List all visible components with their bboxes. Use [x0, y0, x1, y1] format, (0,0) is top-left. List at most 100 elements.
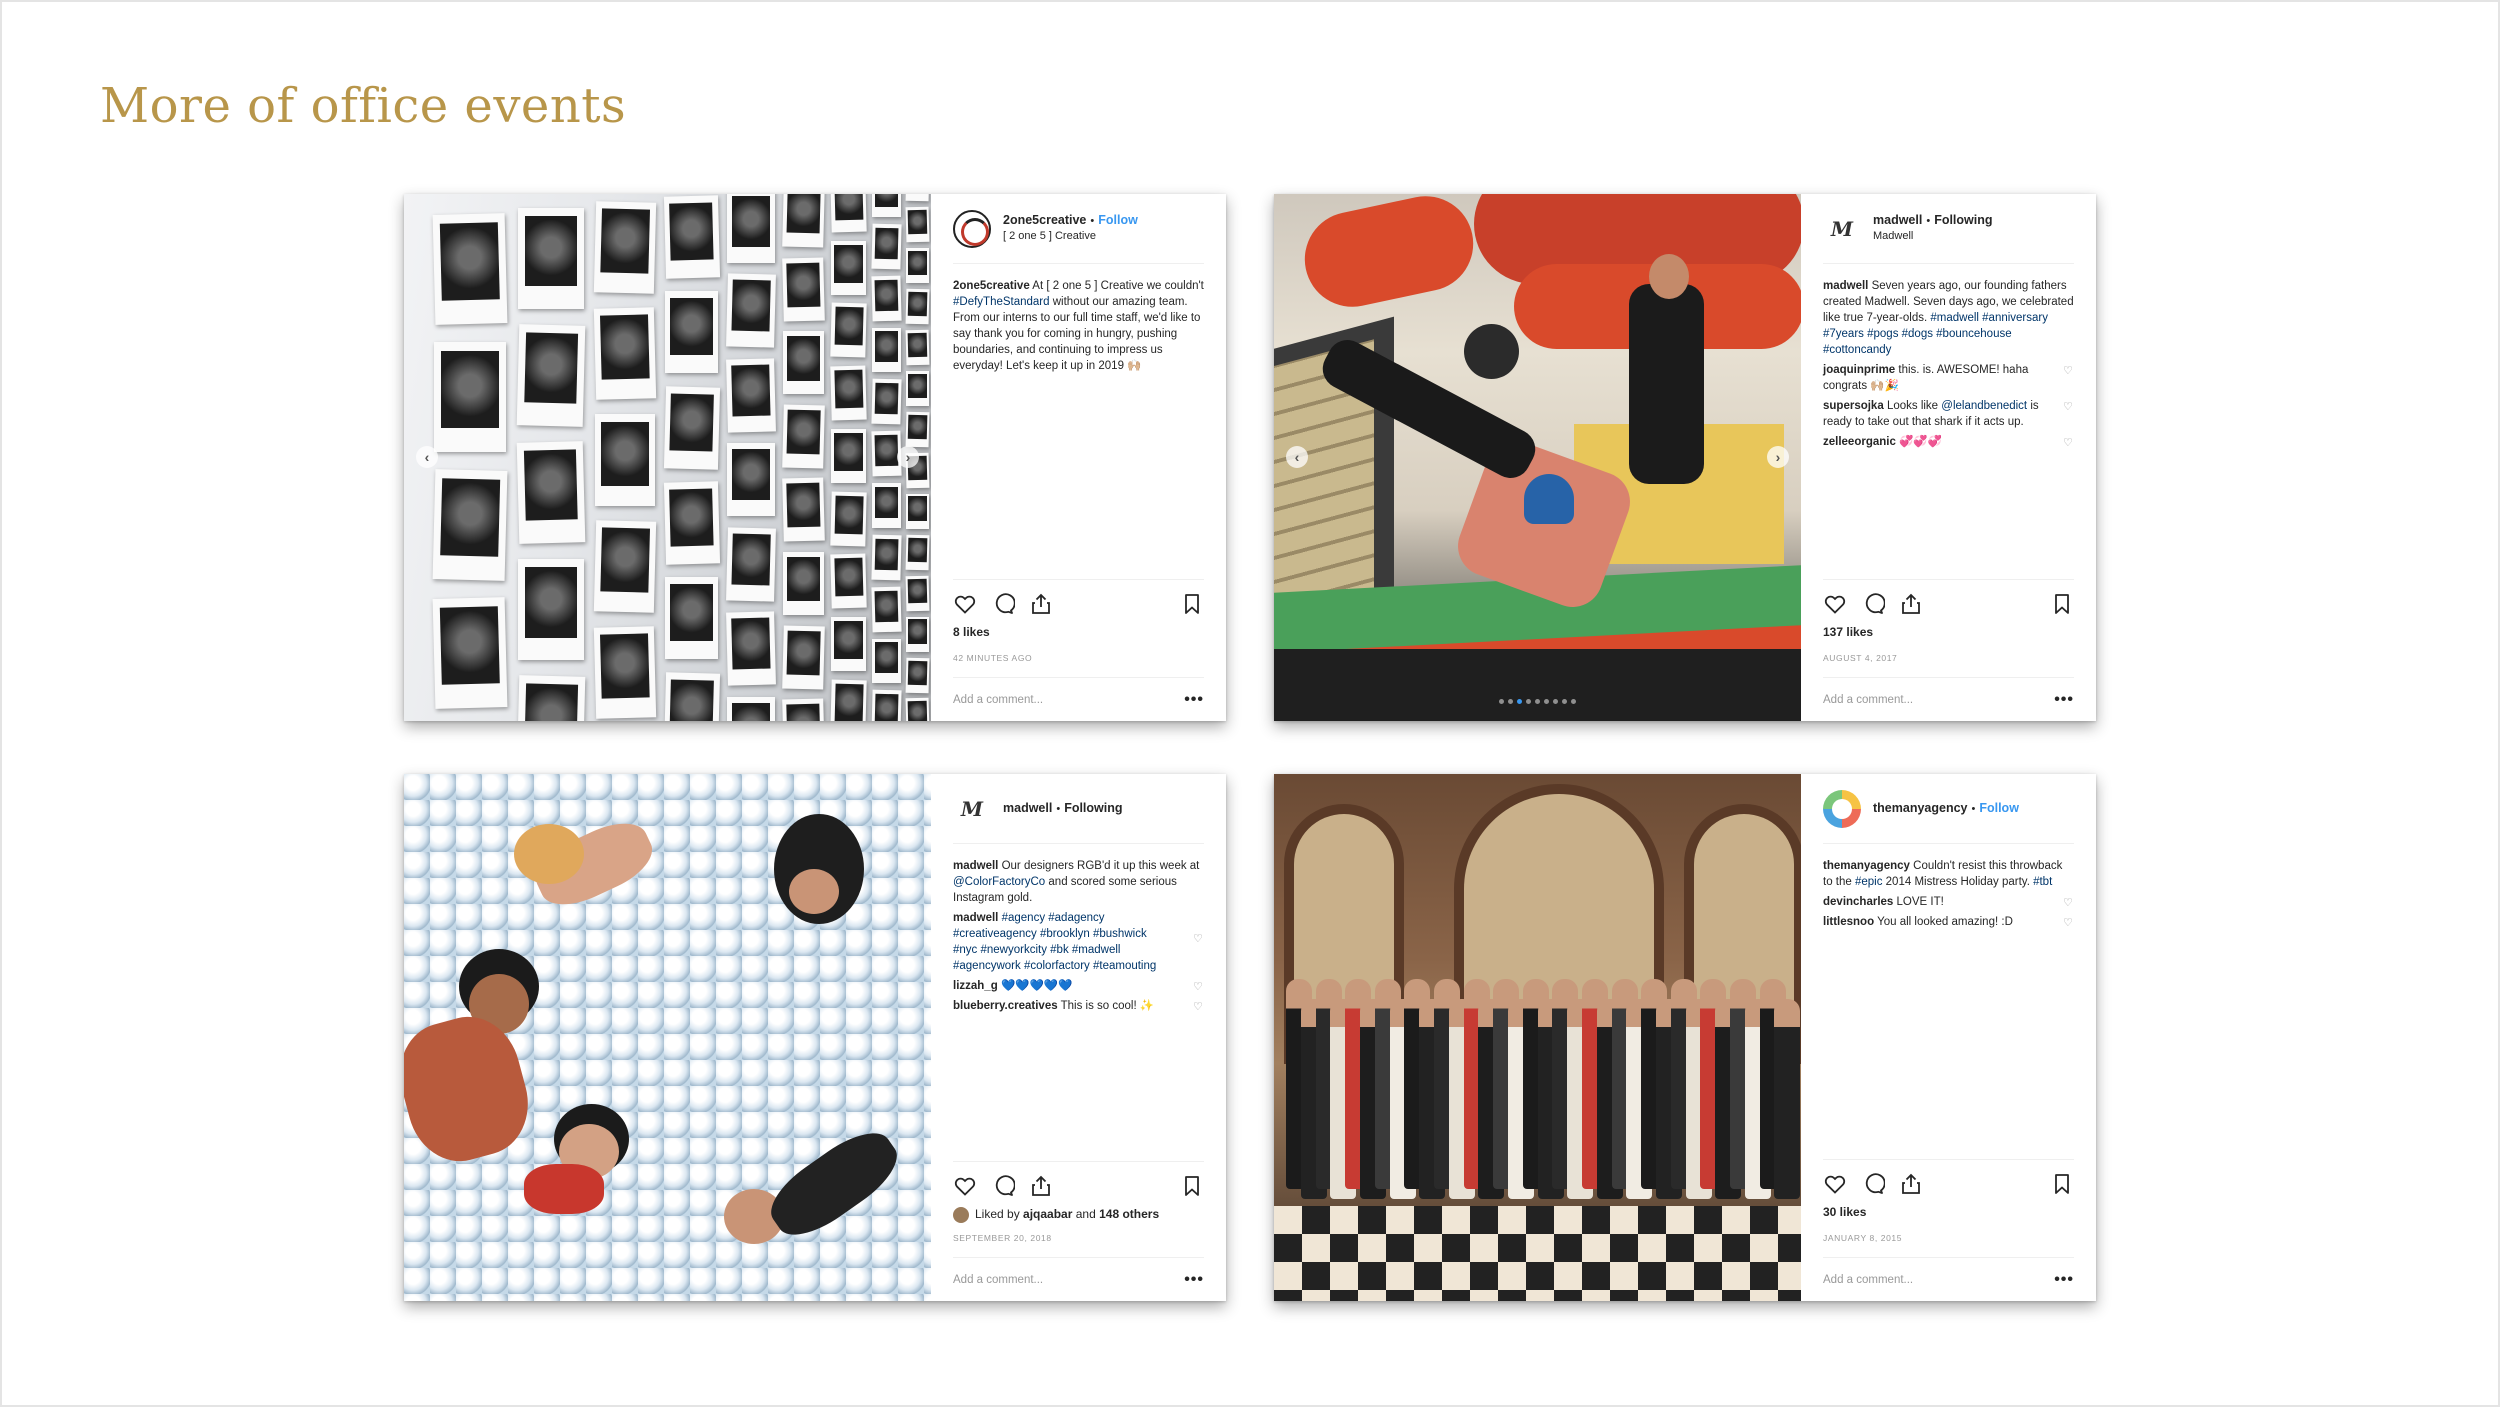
follow-button[interactable]: Follow [1098, 213, 1138, 227]
likes-count[interactable]: 137 likes [1823, 625, 2074, 639]
heart-icon[interactable] [1823, 592, 1847, 616]
heart-icon[interactable] [953, 592, 977, 616]
bookmark-icon[interactable] [2050, 592, 2074, 616]
comment-item: joaquinprime this. is. AWESOME! haha con… [1823, 362, 2074, 394]
comment-like-icon[interactable]: ♡ [1193, 1002, 1204, 1013]
following-button[interactable]: Following [1934, 213, 1992, 227]
bookmark-icon[interactable] [1180, 592, 1204, 616]
caption-username[interactable]: themanyagency [1823, 860, 1910, 872]
heart-icon[interactable] [953, 1174, 977, 1198]
comment-text: 💞💞💞 [1899, 436, 1943, 448]
polaroid-print [830, 302, 867, 358]
comment-item: zelleeorganic 💞💞💞 ♡ [1823, 434, 2074, 450]
comment-username[interactable]: devincharles [1823, 896, 1893, 908]
post-header: 2one5creative • Follow [ 2 one 5 ] Creativ… [953, 194, 1204, 264]
add-comment-input[interactable]: Add a comment... [1823, 694, 1913, 706]
comment-like-icon[interactable]: ♡ [2063, 402, 2074, 413]
post-photo[interactable]: ‹ › [1274, 194, 1801, 721]
mention-link[interactable]: @ColorFactoryCo [953, 876, 1045, 888]
comment-item: devincharles LOVE IT! ♡ [1823, 894, 2074, 910]
liked-by-others[interactable]: 148 others [1099, 1207, 1159, 1221]
ball-pit-photo [404, 774, 931, 1301]
comment-like-icon[interactable]: ♡ [2063, 898, 2074, 909]
avatar[interactable] [953, 209, 991, 248]
more-icon[interactable]: ••• [2054, 1271, 2074, 1289]
comment-row: Add a comment... ••• [953, 1257, 1204, 1301]
share-icon[interactable] [1029, 1174, 1053, 1198]
comment-icon[interactable] [991, 592, 1016, 616]
post-photo[interactable] [404, 774, 931, 1301]
more-icon[interactable]: ••• [1184, 1271, 1204, 1289]
heart-icon[interactable] [1823, 1172, 1847, 1196]
username[interactable]: madwell [1873, 213, 1922, 227]
caption-username[interactable]: madwell [953, 860, 998, 872]
comment-username[interactable]: zelleeorganic [1823, 436, 1896, 448]
liked-by-user[interactable]: ajqaabar [1023, 1207, 1072, 1221]
more-icon[interactable]: ••• [2054, 691, 2074, 709]
likes-count[interactable]: 8 likes [953, 625, 1204, 639]
post-date: January 8, 2015 [1823, 1233, 1903, 1243]
madwell-logo-avatar[interactable]: M [1823, 209, 1861, 248]
comment-username[interactable]: madwell [953, 912, 998, 924]
caption-username[interactable]: 2one5creative [953, 280, 1030, 292]
add-comment-input[interactable]: Add a comment... [953, 1274, 1043, 1286]
chevron-left-icon[interactable]: ‹ [1286, 446, 1308, 468]
bookmark-icon[interactable] [1180, 1174, 1204, 1198]
comment-icon[interactable] [1861, 592, 1886, 616]
post-sidebar: 2one5creative • Follow [ 2 one 5 ] Creativ… [931, 194, 1226, 721]
polaroid-print [663, 195, 720, 279]
comment-like-icon[interactable]: ♡ [1193, 982, 1204, 993]
instagram-post-3: M madwell • Following madwell Our designer… [404, 774, 1226, 1301]
chevron-right-icon[interactable]: › [1767, 446, 1789, 468]
polaroid-print [871, 690, 902, 721]
polaroid-print [782, 331, 824, 395]
polaroid-print [518, 208, 584, 309]
mention-link[interactable]: @lelandbenedict [1941, 400, 2027, 412]
hashtag-link[interactable]: #DefyTheStandard [953, 296, 1050, 308]
likes-count[interactable]: 30 likes [1823, 1205, 2074, 1219]
post-body: themanyagency Couldn't resist this throw… [1823, 844, 2074, 1159]
post-header: themanyagency • Follow [1823, 774, 2074, 844]
username[interactable]: themanyagency [1873, 801, 1967, 815]
comment-like-icon[interactable]: ♡ [2063, 438, 2074, 449]
polaroid-print [726, 358, 776, 433]
chevron-left-icon[interactable]: ‹ [416, 446, 438, 468]
add-comment-input[interactable]: Add a comment... [953, 694, 1043, 706]
polaroid-print [663, 672, 720, 721]
follow-button[interactable]: Follow [1979, 801, 2019, 815]
comment-username[interactable]: supersojka [1823, 400, 1884, 412]
liker-avatar[interactable] [953, 1207, 969, 1223]
add-comment-input[interactable]: Add a comment... [1823, 1274, 1913, 1286]
post-sidebar: themanyagency • Follow themanyagency Could… [1801, 774, 2096, 1301]
polaroid-print [830, 679, 867, 721]
comment-username[interactable]: joaquinprime [1823, 364, 1895, 376]
post-photo[interactable] [1274, 774, 1801, 1301]
bookmark-icon[interactable] [2050, 1172, 2074, 1196]
share-icon[interactable] [1899, 592, 1923, 616]
post-photo[interactable]: ‹ › [404, 194, 931, 721]
polaroid-print [872, 194, 902, 217]
more-icon[interactable]: ••• [1184, 691, 1204, 709]
comment-username[interactable]: lizzah_g [953, 980, 998, 992]
share-icon[interactable] [1029, 592, 1053, 616]
caption-username[interactable]: madwell [1823, 280, 1868, 292]
caption-text: Our designers RGB'd it up this week at [1001, 860, 1200, 872]
username[interactable]: 2one5creative [1003, 213, 1086, 227]
avatar[interactable] [1823, 789, 1861, 828]
comment-like-icon[interactable]: ♡ [2063, 366, 2074, 377]
comment-username[interactable]: littlesnoo [1823, 916, 1874, 928]
chevron-right-icon[interactable]: › [897, 446, 919, 468]
madwell-logo-avatar[interactable]: M [953, 789, 991, 828]
comment-username[interactable]: blueberry.creatives [953, 1000, 1058, 1012]
comment-like-icon[interactable]: ♡ [1193, 934, 1204, 945]
comment-icon[interactable] [1861, 1172, 1886, 1196]
comment-like-icon[interactable]: ♡ [2063, 918, 2074, 929]
hashtag-link[interactable]: #epic [1855, 876, 1883, 888]
share-icon[interactable] [1899, 1172, 1923, 1196]
polaroid-print [727, 443, 775, 517]
hashtag-link[interactable]: #tbt [2033, 876, 2052, 888]
following-button[interactable]: Following [1064, 801, 1122, 815]
polaroid-print [432, 469, 508, 581]
comment-icon[interactable] [991, 1174, 1016, 1198]
username[interactable]: madwell [1003, 801, 1052, 815]
